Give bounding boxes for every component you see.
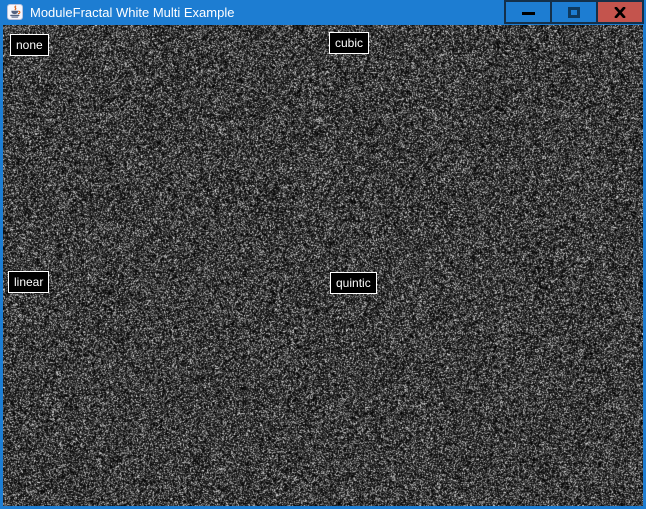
interp-label-linear: linear xyxy=(8,271,49,293)
maximize-button[interactable] xyxy=(550,0,598,24)
java-coffee-cup-icon xyxy=(7,4,23,20)
noise-canvas xyxy=(3,25,643,506)
interp-label-cubic: cubic xyxy=(329,32,369,54)
close-x-icon xyxy=(614,7,626,18)
minimize-icon xyxy=(522,12,535,15)
titlebar[interactable]: ModuleFractal White Multi Example xyxy=(0,0,646,25)
noise-viewport: none cubic linear quintic xyxy=(3,25,643,506)
interp-label-none: none xyxy=(10,34,49,56)
interp-label-quintic: quintic xyxy=(330,272,377,294)
app-window: ModuleFractal White Multi Example none c… xyxy=(0,0,646,509)
window-title: ModuleFractal White Multi Example xyxy=(30,0,234,25)
maximize-icon xyxy=(568,7,580,18)
minimize-button[interactable] xyxy=(504,0,552,24)
window-controls xyxy=(504,0,644,24)
close-button[interactable] xyxy=(596,0,644,24)
